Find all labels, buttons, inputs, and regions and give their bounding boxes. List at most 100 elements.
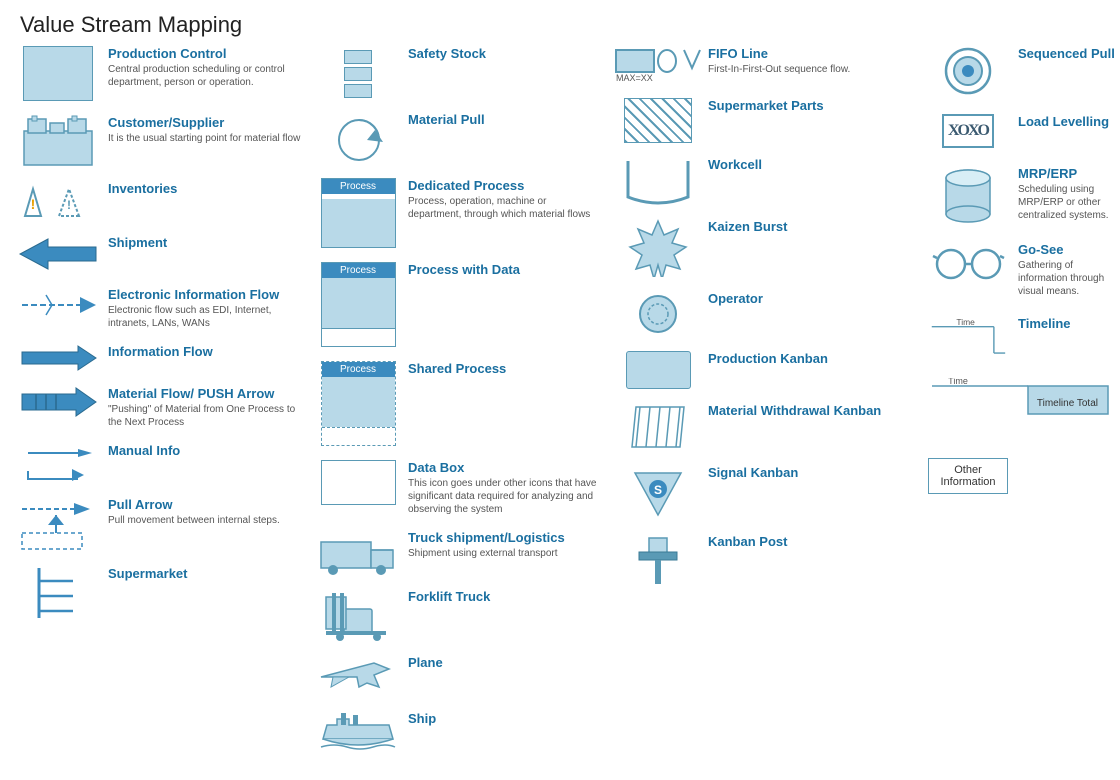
item-ship: Ship — [318, 711, 602, 756]
inventories-label: Inventories — [108, 181, 302, 198]
customer-supplier-icon — [18, 115, 98, 167]
item-production-control: Production Control Central production sc… — [18, 46, 302, 101]
manual-info-icon — [18, 443, 98, 483]
kanban-post-label: Kanban Post — [708, 534, 912, 551]
push-arrow-label: Material Flow/ PUSH Arrow "Pushing" of M… — [108, 386, 302, 429]
material-pull-label: Material Pull — [408, 112, 602, 129]
timeline-label: Timeline — [1018, 316, 1120, 333]
ship-icon — [318, 711, 398, 756]
item-timeline-total: Time Timeline Total — [928, 378, 1120, 440]
item-workcell: Workcell — [618, 157, 912, 205]
manual-info-label: Manual Info — [108, 443, 302, 460]
mrp-erp-icon — [928, 166, 1008, 224]
item-other-information: OtherInformation — [928, 458, 1120, 494]
column-2: Safety Stock Material Pull Process — [310, 46, 610, 770]
item-signal-kanban: S Signal Kanban — [618, 465, 912, 520]
signal-kanban-icon: S — [618, 465, 698, 520]
item-pull-arrow: Pull Arrow Pull movement between interna… — [18, 497, 302, 552]
item-sequenced-pull: Sequenced Pull — [928, 46, 1120, 96]
page-title: Value Stream Mapping — [0, 0, 1120, 46]
information-flow-label: Information Flow — [108, 344, 302, 361]
inventories-icon: ! ! — [18, 181, 98, 221]
production-control-label: Production Control Central production sc… — [108, 46, 302, 89]
svg-text:Time: Time — [948, 378, 968, 386]
truck-label: Truck shipment/Logistics Shipment using … — [408, 530, 602, 560]
workcell-icon — [618, 157, 698, 205]
item-material-pull: Material Pull — [318, 112, 602, 164]
production-kanban-icon — [618, 351, 698, 389]
item-kaizen-burst: Kaizen Burst — [618, 219, 912, 277]
item-safety-stock: Safety Stock — [318, 46, 602, 98]
item-material-flow-push: Material Flow/ PUSH Arrow "Pushing" of M… — [18, 386, 302, 429]
item-electronic-info: Electronic Information Flow Electronic f… — [18, 287, 302, 330]
forklift-label: Forklift Truck — [408, 589, 602, 606]
fifo-line-label: FIFO Line First-In-First-Out sequence fl… — [708, 46, 912, 76]
item-plane: Plane — [318, 655, 602, 697]
operator-icon — [618, 291, 698, 337]
item-truck: Truck shipment/Logistics Shipment using … — [318, 530, 602, 575]
sequenced-pull-label: Sequenced Pull — [1018, 46, 1120, 63]
go-see-icon — [928, 242, 1008, 282]
item-data-box: Data Box This icon goes under other icon… — [318, 460, 602, 516]
svg-text:MAX=XX: MAX=XX — [616, 73, 653, 83]
item-supermarket-parts: Supermarket Parts — [618, 98, 912, 143]
push-arrow-icon — [18, 386, 98, 418]
svg-text:!: ! — [67, 198, 71, 212]
item-supermarket: Supermarket — [18, 566, 302, 621]
vsm-grid: Production Control Central production sc… — [0, 46, 1120, 770]
mrp-erp-label: MRP/ERP Scheduling using MRP/ERP or othe… — [1018, 166, 1120, 222]
pull-arrow-icon — [18, 497, 98, 552]
kanban-post-icon — [618, 534, 698, 589]
item-customer-supplier: Customer/Supplier It is the usual starti… — [18, 115, 302, 167]
process-with-data-label: Process with Data — [408, 262, 602, 279]
electronic-info-label: Electronic Information Flow Electronic f… — [108, 287, 302, 330]
item-forklift: Forklift Truck — [318, 589, 602, 641]
supermarket-label: Supermarket — [108, 566, 302, 583]
material-withdrawal-label: Material Withdrawal Kanban — [708, 403, 912, 420]
column-1: Production Control Central production sc… — [10, 46, 310, 770]
data-box-label: Data Box This icon goes under other icon… — [408, 460, 602, 516]
item-fifo-line: MAX=XX FIFO Line First-In-First-Out sequ… — [618, 46, 912, 84]
data-box-icon — [318, 460, 398, 505]
item-dedicated-process: Process Dedicated Process Process, opera… — [318, 178, 602, 248]
column-3: MAX=XX FIFO Line First-In-First-Out sequ… — [610, 46, 920, 770]
svg-text:Timeline Total: Timeline Total — [1037, 398, 1098, 409]
customer-supplier-label: Customer/Supplier It is the usual starti… — [108, 115, 302, 145]
item-load-levelling: XOXO Load Levelling — [928, 114, 1120, 148]
svg-text:Time: Time — [956, 317, 975, 327]
signal-kanban-label: Signal Kanban — [708, 465, 912, 482]
go-see-label: Go-See Gathering of information through … — [1018, 242, 1120, 298]
safety-stock-label: Safety Stock — [408, 46, 602, 63]
pull-arrow-label: Pull Arrow Pull movement between interna… — [108, 497, 302, 527]
item-manual-info: Manual Info — [18, 443, 302, 483]
plane-label: Plane — [408, 655, 602, 672]
material-withdrawal-icon — [618, 403, 698, 451]
fifo-line-icon: MAX=XX — [618, 46, 698, 84]
column-4: Sequenced Pull XOXO Load Levelling — [920, 46, 1120, 770]
item-shared-process: Process Shared Process — [318, 361, 602, 446]
supermarket-parts-label: Supermarket Parts — [708, 98, 912, 115]
electronic-info-icon — [18, 287, 98, 323]
load-levelling-icon: XOXO — [928, 114, 1008, 148]
shipment-icon — [18, 235, 98, 273]
supermarket-icon — [18, 566, 98, 621]
item-process-with-data: Process Process with Data — [318, 262, 602, 347]
shared-process-icon: Process — [318, 361, 398, 446]
truck-icon — [318, 530, 398, 575]
load-levelling-label: Load Levelling — [1018, 114, 1120, 131]
item-inventories: ! ! Inventories — [18, 181, 302, 221]
safety-stock-icon — [318, 46, 398, 98]
svg-text:S: S — [653, 483, 661, 497]
item-mrp-erp: MRP/ERP Scheduling using MRP/ERP or othe… — [928, 166, 1120, 224]
production-kanban-label: Production Kanban — [708, 351, 912, 368]
item-material-withdrawal: Material Withdrawal Kanban — [618, 403, 912, 451]
item-kanban-post: Kanban Post — [618, 534, 912, 589]
information-flow-icon — [18, 344, 98, 372]
kaizen-burst-icon — [618, 219, 698, 277]
item-shipment: Shipment — [18, 235, 302, 273]
item-information-flow: Information Flow — [18, 344, 302, 372]
dedicated-process-icon: Process — [318, 178, 398, 248]
sequenced-pull-icon — [928, 46, 1008, 96]
operator-label: Operator — [708, 291, 912, 308]
workcell-label: Workcell — [708, 157, 912, 174]
